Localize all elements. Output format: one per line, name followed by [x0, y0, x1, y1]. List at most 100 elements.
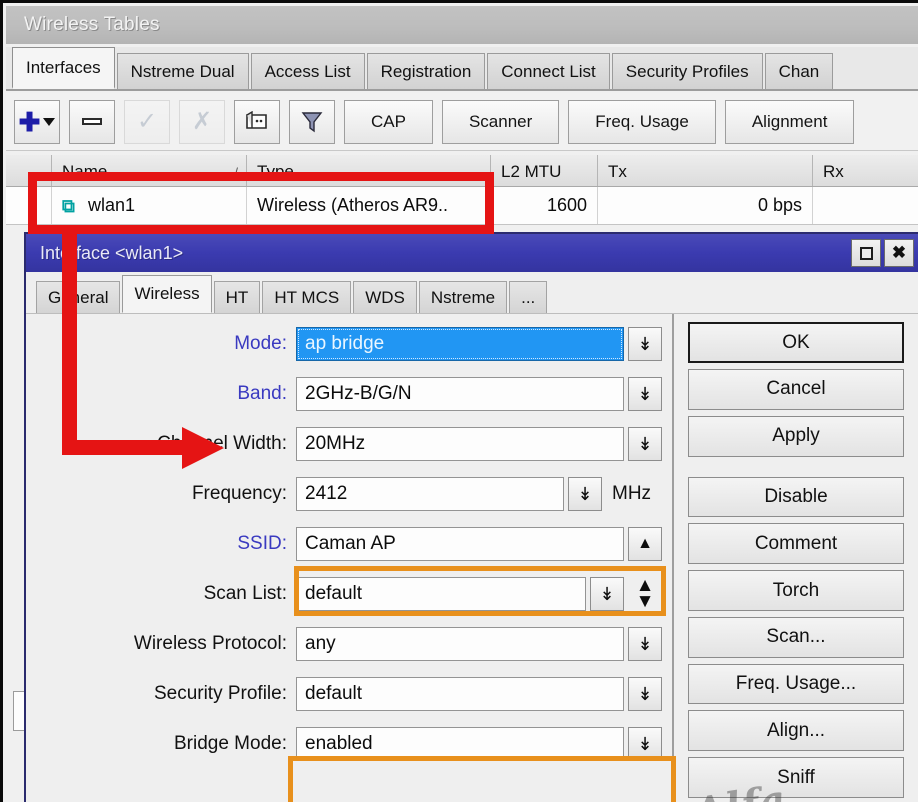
button-label: Apply: [772, 425, 820, 447]
button-label: OK: [782, 331, 810, 353]
label-ssid[interactable]: SSID:: [26, 533, 296, 555]
dialog-tab-label: WDS: [365, 287, 405, 307]
comment-icon: [246, 110, 267, 129]
dropdown-scan-list[interactable]: ↡: [590, 577, 624, 611]
tab-nstreme-dual[interactable]: Nstreme Dual: [116, 53, 249, 89]
input-mode[interactable]: ap bridge: [296, 327, 624, 361]
sniff-button[interactable]: Sniff: [688, 757, 904, 799]
button-label: Torch: [772, 579, 820, 601]
maximize-icon: [859, 246, 873, 260]
align-button[interactable]: Align...: [688, 710, 904, 752]
window-title: Wireless Tables: [24, 14, 160, 35]
tab-interfaces[interactable]: Interfaces: [12, 47, 115, 89]
th-tx[interactable]: Tx: [598, 155, 813, 186]
field-row-scan-list: Scan List: default ↡ ▲ ▼: [26, 576, 672, 612]
dialog-body: Mode: ap bridge ↡ Band: 2GHz-B/G/N ↡ Channel W…: [26, 314, 918, 802]
label-wireless-protocol: Wireless Protocol:: [133, 633, 287, 654]
dropdown-bridge-mode[interactable]: ↡: [628, 727, 662, 761]
scan-button[interactable]: Scan...: [688, 616, 904, 658]
close-button[interactable]: ✖: [884, 239, 914, 267]
dialog-tab-label: Nstreme: [430, 287, 496, 307]
chevron-down-icon: ↡: [637, 684, 653, 704]
dialog-tab-wireless[interactable]: Wireless: [122, 275, 212, 313]
chevron-down-icon: ↡: [599, 584, 615, 604]
label-frequency: Frequency:: [191, 483, 287, 504]
tab-label: Chan: [778, 61, 820, 81]
dialog-tab--[interactable]: ...: [509, 281, 548, 313]
apply-button[interactable]: Apply: [688, 415, 904, 457]
stepper-scan-list[interactable]: ▲ ▼: [628, 576, 662, 611]
row-flag: [6, 187, 52, 224]
tab-registration[interactable]: Registration: [366, 53, 486, 89]
tab-label: Security Profiles: [625, 61, 749, 81]
maximize-button[interactable]: [851, 239, 881, 267]
table-row[interactable]: ⧉ wlan1 Wireless (Atheros AR9.. 1600 0 b…: [6, 187, 918, 225]
th-rx[interactable]: Rx: [813, 155, 918, 186]
dialog-button-column: OK Cancel Apply Disable Comment Torch Scan... F…: [674, 314, 918, 802]
main-toolbar: ✚ ✓ ✗ CAP Scanner Freq. Usage Alignment: [6, 93, 918, 151]
field-row-mode: Mode: ap bridge ↡: [26, 326, 672, 362]
tab-security-profiles[interactable]: Security Profiles: [611, 53, 763, 89]
input-band[interactable]: 2GHz-B/G/N: [296, 377, 624, 411]
th-type[interactable]: Type: [247, 155, 491, 186]
field-row-bridge-mode: Bridge Mode: enabled ↡: [26, 726, 672, 762]
torch-button[interactable]: Torch: [688, 570, 904, 611]
th-name[interactable]: Name /: [52, 155, 247, 186]
input-frequency[interactable]: 2412: [296, 477, 564, 511]
remove-button[interactable]: [69, 99, 115, 144]
th-l2mtu[interactable]: L2 MTU: [491, 155, 598, 186]
freq-usage-button[interactable]: Freq. Usage: [568, 99, 716, 144]
freq-usage-button[interactable]: Freq. Usage...: [688, 663, 904, 705]
dialog-tab-nstreme[interactable]: Nstreme: [418, 281, 508, 313]
wireless-settings-form: Mode: ap bridge ↡ Band: 2GHz-B/G/N ↡ Channel W…: [26, 314, 674, 802]
tab-connect-list[interactable]: Connect List: [487, 53, 610, 89]
cancel-button[interactable]: Cancel: [688, 369, 904, 410]
button-label: Freq. Usage...: [735, 673, 857, 695]
tab-label: Connect List: [501, 61, 596, 81]
input-bridge-mode[interactable]: enabled: [296, 727, 624, 761]
dropdown-security-profile[interactable]: ↡: [628, 677, 662, 711]
dropdown-wireless-protocol[interactable]: ↡: [628, 627, 662, 661]
scanner-button[interactable]: Scanner: [441, 99, 560, 144]
input-channel-width[interactable]: 20MHz: [296, 427, 624, 461]
comment-button[interactable]: Comment: [688, 523, 904, 565]
button-label: Comment: [754, 532, 838, 554]
tab-chan[interactable]: Chan: [764, 53, 834, 89]
cap-button[interactable]: CAP: [344, 99, 433, 144]
dialog-tab-label: HT MCS: [274, 287, 340, 307]
disable-button[interactable]: ✗: [179, 99, 225, 144]
input-scan-list[interactable]: default: [296, 577, 586, 611]
wireless-interface-icon: ⧉: [62, 195, 75, 216]
add-button[interactable]: ✚: [14, 99, 60, 144]
button-label: Sniff: [777, 766, 815, 788]
ok-button[interactable]: OK: [688, 322, 904, 364]
th-flag: [6, 155, 52, 186]
dialog-tab-ht-mcs[interactable]: HT MCS: [262, 281, 352, 313]
alignment-button[interactable]: Alignment: [724, 99, 855, 144]
label-mode[interactable]: Mode:: [26, 333, 296, 355]
disable-button[interactable]: Disable: [688, 476, 904, 518]
chevron-up-icon: ▲: [637, 535, 653, 552]
dropdown-frequency[interactable]: ↡: [568, 477, 602, 511]
dropdown-band[interactable]: ↡: [628, 377, 662, 411]
tab-access-list[interactable]: Access List: [250, 53, 365, 89]
row-tx: 0 bps: [598, 187, 813, 224]
label-scan-list: Scan List:: [203, 583, 287, 604]
comment-button[interactable]: [234, 99, 280, 144]
enable-button[interactable]: ✓: [124, 99, 170, 144]
dialog-tab-general[interactable]: General: [36, 281, 121, 313]
dialog-tab-ht[interactable]: HT: [213, 281, 261, 313]
dropdown-mode[interactable]: ↡: [628, 327, 662, 361]
dialog-tab-label: General: [48, 287, 109, 307]
collapse-ssid[interactable]: ▲: [628, 527, 662, 561]
input-wireless-protocol[interactable]: any: [296, 627, 624, 661]
label-band[interactable]: Band:: [26, 383, 296, 405]
dropdown-channel-width[interactable]: ↡: [628, 427, 662, 461]
input-ssid[interactable]: Caman AP: [296, 527, 624, 561]
label-bridge-mode: Bridge Mode:: [173, 733, 287, 754]
input-security-profile[interactable]: default: [296, 677, 624, 711]
dialog-tab-wds[interactable]: WDS: [353, 281, 417, 313]
minus-icon: [82, 118, 102, 125]
filter-button[interactable]: [289, 99, 335, 144]
tab-label: Interfaces: [26, 57, 101, 77]
